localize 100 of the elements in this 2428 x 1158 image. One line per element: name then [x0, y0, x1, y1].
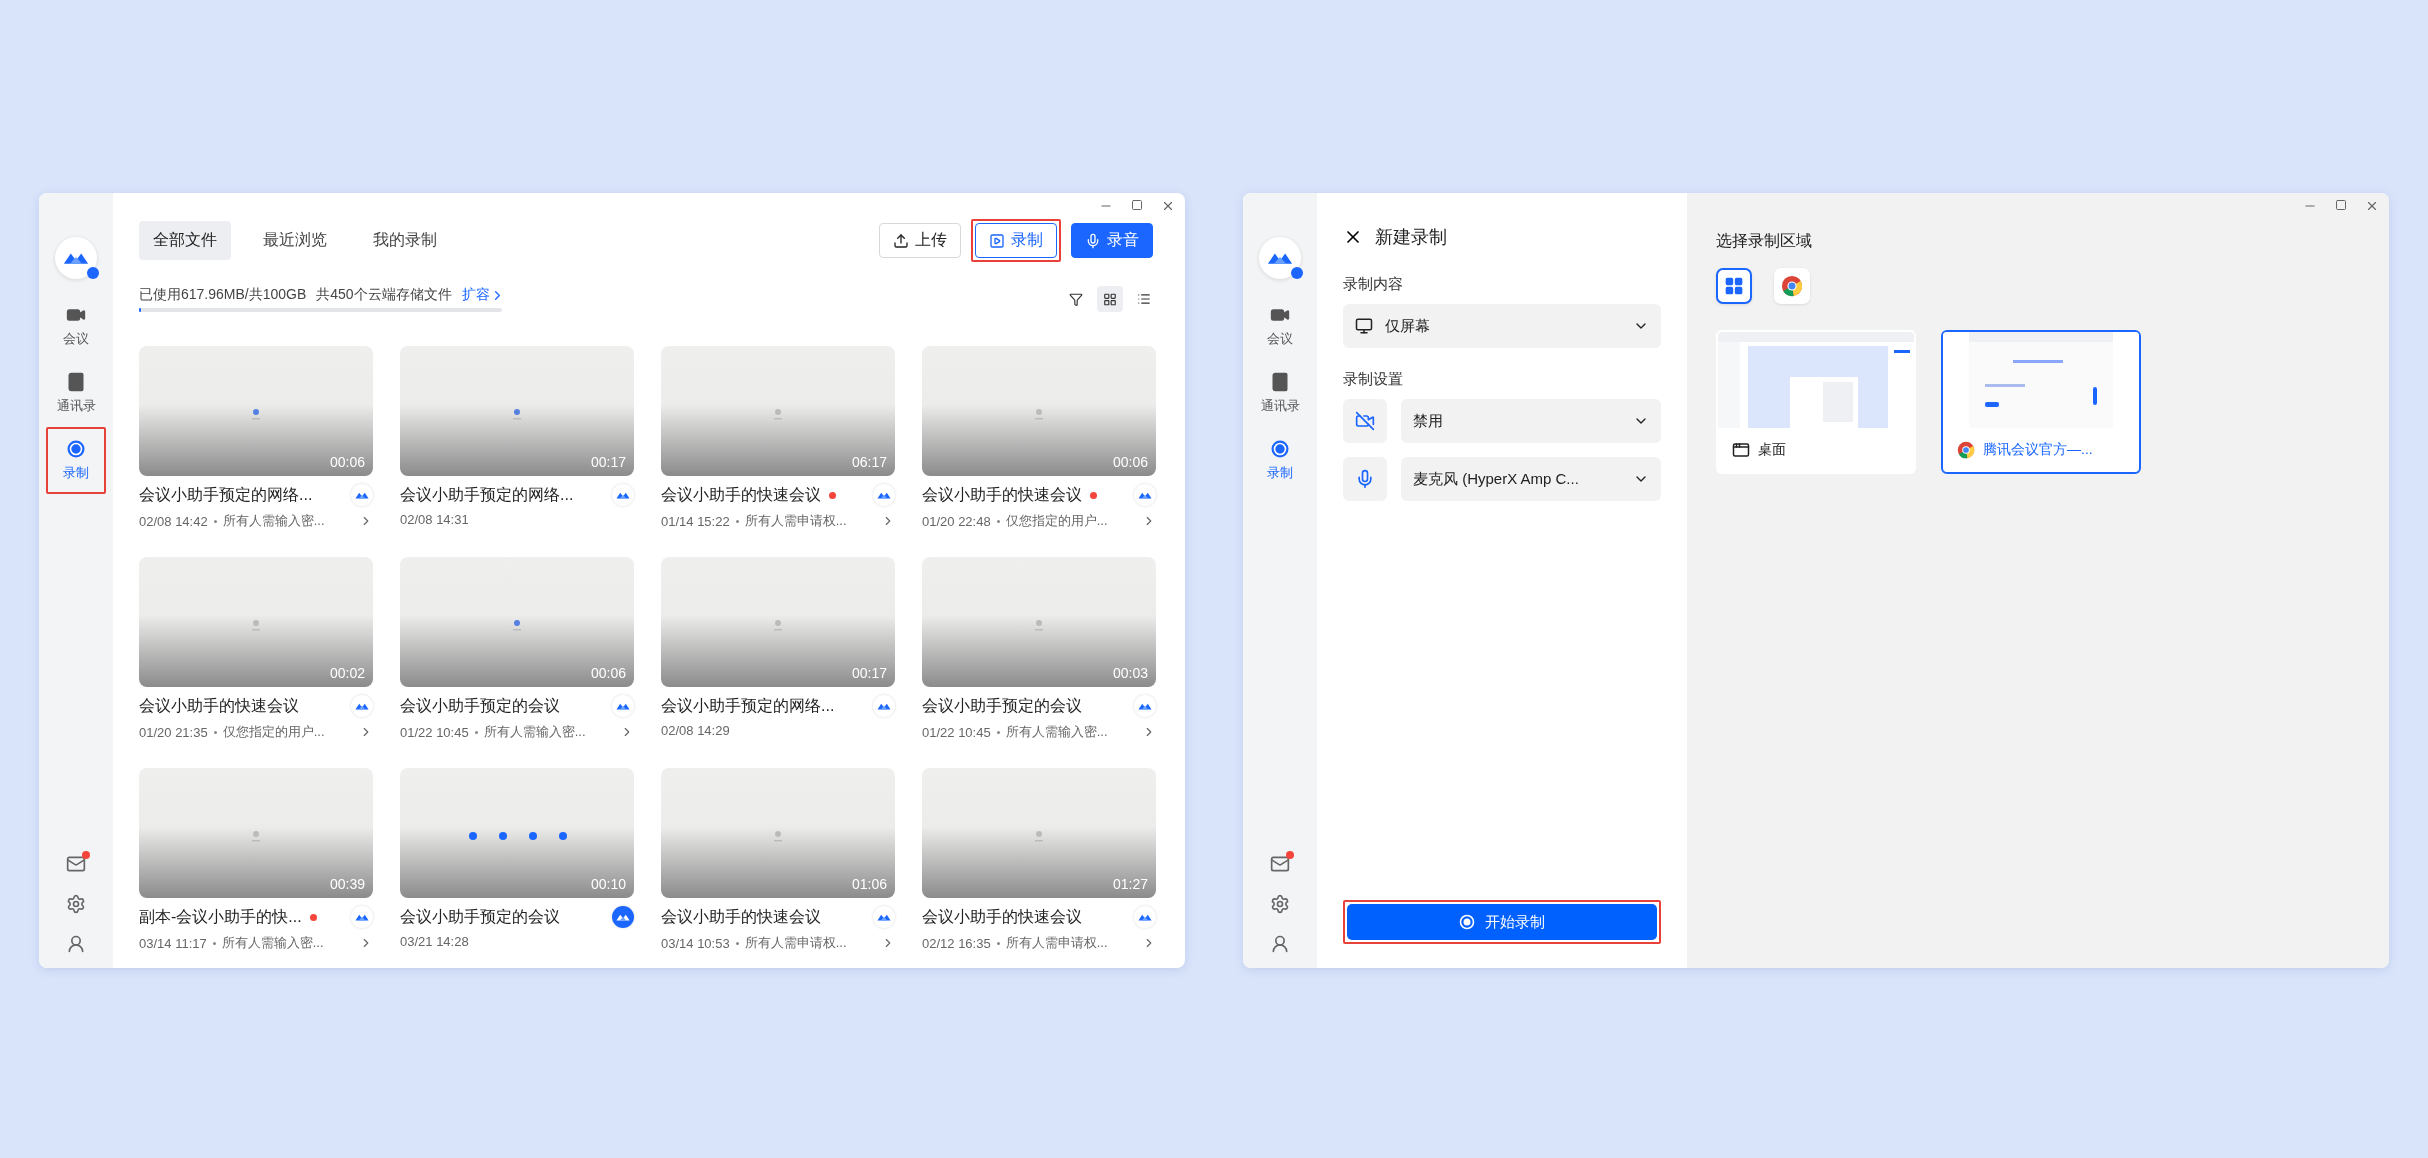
- recording-card[interactable]: 00:17 会议小助手预定的网络... 02/08 14:31: [400, 346, 634, 546]
- recording-title: 会议小助手的快速会议: [922, 484, 1082, 505]
- microphone-icon: [1355, 469, 1375, 489]
- user-icon: [66, 934, 86, 954]
- recording-date: 02/12 16:35: [922, 935, 991, 951]
- recording-card[interactable]: 00:06 会议小助手预定的会议 01/22 10:45 所有人需输入密...: [400, 557, 634, 757]
- grid-icon: [1103, 291, 1117, 307]
- settings-icon: [66, 894, 86, 914]
- recording-title: 副本-会议小助手的快...: [139, 906, 302, 927]
- access-setting: 所有人需输入密...: [221, 934, 324, 952]
- recording-title: 会议小助手预定的网络...: [139, 484, 313, 505]
- recording-date: 01/22 10:45: [922, 724, 991, 740]
- access-setting: 仅您指定的用户...: [1005, 512, 1108, 530]
- section-label: 录制设置: [1343, 370, 1404, 389]
- tab[interactable]: 最近浏览: [249, 221, 341, 260]
- window-preview[interactable]: 腾讯会议官方—...: [1941, 330, 2141, 474]
- recording-title: 会议小助手预定的会议: [400, 695, 560, 716]
- microphone-icon: [1085, 232, 1101, 249]
- action-button[interactable]: 录制: [975, 223, 1057, 258]
- device-select[interactable]: 麦克风 (HyperX Amp C...: [1401, 457, 1661, 501]
- recording-card[interactable]: 00:06 会议小助手的快速会议 01/20 22:48 仅您指定的用户...: [922, 346, 1156, 546]
- video-icon: [989, 232, 1005, 249]
- recording-date: 02/08 14:29: [661, 723, 730, 738]
- sidebar-item[interactable]: 录制: [50, 431, 102, 490]
- action-button[interactable]: 录音: [1071, 223, 1153, 258]
- recording-card[interactable]: 00:02 会议小助手的快速会议 01/20 21:35 仅您指定的用户...: [139, 557, 373, 757]
- sidebar-icon-button[interactable]: [1270, 934, 1290, 954]
- recording-card[interactable]: 01:06 会议小助手的快速会议 03/14 10:53 所有人需申请权...: [661, 768, 895, 968]
- window-preview[interactable]: 桌面: [1716, 330, 1916, 474]
- tab[interactable]: 全部文件: [139, 221, 231, 260]
- recording-title: 会议小助手预定的会议: [922, 695, 1082, 716]
- maximize-icon: [2335, 199, 2347, 211]
- camera-off-icon: [1355, 411, 1375, 431]
- recording-date: 03/14 10:53: [661, 935, 730, 951]
- microphone-toggle[interactable]: [1343, 457, 1387, 501]
- duration: 01:06: [851, 876, 887, 892]
- access-setting: 所有人需申请权...: [744, 934, 847, 952]
- book-icon: [1270, 372, 1290, 392]
- app-logo-icon[interactable]: [55, 237, 97, 279]
- mail-icon: [1270, 854, 1290, 874]
- camera-toggle[interactable]: [1343, 399, 1387, 443]
- sidebar-icon-button[interactable]: [66, 934, 86, 954]
- duration: 00:17: [590, 454, 626, 470]
- duration: 06:17: [851, 454, 887, 470]
- storage-usage: 已使用617.96MB/共100GB: [139, 286, 307, 304]
- recording-title: 会议小助手的快速会议: [139, 695, 299, 716]
- expand-link[interactable]: 扩容: [461, 286, 505, 304]
- start-recording-button[interactable]: 开始录制: [1347, 904, 1657, 940]
- list-icon: [1137, 291, 1151, 307]
- recording-title: 会议小助手预定的网络...: [661, 695, 835, 716]
- sidebar-item[interactable]: 会议: [1254, 297, 1306, 356]
- sidebar-item[interactable]: 录制: [1254, 431, 1306, 490]
- access-setting: 所有人需申请权...: [744, 512, 847, 530]
- separator-dot: [735, 941, 739, 945]
- content-select[interactable]: 仅屏幕: [1343, 304, 1661, 348]
- duration: 00:06: [590, 665, 626, 681]
- panel-title: 新建录制: [1375, 226, 1447, 249]
- recording-date: 01/22 10:45: [400, 724, 469, 740]
- sidebar-icon-button[interactable]: [66, 894, 86, 914]
- mail-icon: [66, 854, 86, 874]
- separator-dot: [996, 519, 1000, 523]
- access-setting: 仅您指定的用户...: [222, 723, 325, 741]
- duration: 00:06: [329, 454, 365, 470]
- recording-date: 03/21 14:28: [400, 934, 469, 949]
- filter-icon: [1069, 291, 1083, 307]
- device-select[interactable]: 禁用: [1401, 399, 1661, 443]
- sidebar-item[interactable]: 通讯录: [50, 364, 102, 423]
- maximize-icon: [1131, 199, 1143, 211]
- recording-date: 01/20 22:48: [922, 513, 991, 529]
- recording-card[interactable]: 00:39 副本-会议小助手的快... 03/14 11:17 所有人需输入密...: [139, 768, 373, 968]
- recording-card[interactable]: 06:17 会议小助手的快速会议 01/14 15:22 所有人需申请权...: [661, 346, 895, 546]
- recording-card[interactable]: 01:27 会议小助手的快速会议 02/12 16:35 所有人需申请权...: [922, 768, 1156, 968]
- app-logo-icon[interactable]: [1259, 237, 1301, 279]
- sidebar-item[interactable]: 通讯录: [1254, 364, 1306, 423]
- tab[interactable]: 我的录制: [359, 221, 451, 260]
- recording-title: 会议小助手的快速会议: [922, 906, 1082, 927]
- section-label: 录制内容: [1343, 275, 1404, 294]
- recording-card[interactable]: 00:03 会议小助手预定的会议 01/22 10:45 所有人需输入密...: [922, 557, 1156, 757]
- separator-dot: [996, 941, 1000, 945]
- recording-title: 会议小助手的快速会议: [661, 484, 821, 505]
- window-name: 桌面: [1758, 441, 1786, 459]
- separator-dot: [996, 730, 1000, 734]
- recording-card[interactable]: 00:10 会议小助手预定的会议 03/21 14:28: [400, 768, 634, 968]
- grid-view-button[interactable]: [1097, 286, 1123, 312]
- duration: 00:39: [329, 876, 365, 892]
- sidebar-item[interactable]: 会议: [50, 297, 102, 356]
- user-icon: [1270, 934, 1290, 954]
- recording-date: 01/14 15:22: [661, 513, 730, 529]
- duration: 00:17: [851, 665, 887, 681]
- action-button[interactable]: 上传: [879, 223, 961, 258]
- recording-card[interactable]: 00:06 会议小助手预定的网络... 02/08 14:42 所有人需输入密...: [139, 346, 373, 546]
- sidebar-icon-button[interactable]: [1270, 894, 1290, 914]
- source-button[interactable]: [1716, 268, 1752, 304]
- duration: 00:10: [590, 876, 626, 892]
- recording-card[interactable]: 00:17 会议小助手预定的网络... 02/08 14:29: [661, 557, 895, 757]
- area-title: 选择录制区域: [1716, 231, 1813, 251]
- duration: 00:03: [1112, 665, 1148, 681]
- duration: 00:06: [1112, 454, 1148, 470]
- window-name: 腾讯会议官方—...: [1983, 441, 2093, 459]
- grid-icon: [1724, 276, 1744, 296]
